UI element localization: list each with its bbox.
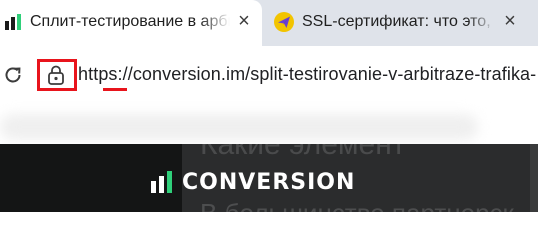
article-heading: Какие элемент: [200, 144, 406, 161]
article-body-text: В большинстве партнерск: [200, 198, 538, 212]
conversion-logo-icon: [151, 171, 172, 193]
tab-close-icon[interactable]: ×: [500, 11, 520, 31]
page-scrollbar[interactable]: [530, 144, 538, 212]
tab-title: Сплит-тестирование в арбит: [30, 13, 230, 30]
tab-strip: Сплит-тестирование в арбит × SSL-сертифи…: [0, 0, 538, 52]
lock-icon[interactable]: [47, 65, 65, 85]
tab-split-testing[interactable]: Сплит-тестирование в арбит ×: [0, 0, 262, 46]
blurred-region: [0, 114, 478, 140]
browser-toolbar: https://conversion.im/split-testirovanie…: [0, 46, 538, 104]
address-bar-url[interactable]: https://conversion.im/split-testirovanie…: [78, 64, 538, 85]
reload-icon[interactable]: [2, 64, 24, 86]
tab-title: SSL-сертификат: что это, зач: [302, 13, 496, 30]
browser-window: Сплит-тестирование в арбит × SSL-сертифи…: [0, 0, 538, 212]
page-content: Какие элемент В большинстве партнерск CO…: [0, 144, 538, 212]
tab-ssl-certificate[interactable]: SSL-сертификат: что это, зач ×: [266, 0, 538, 46]
https-underline-mark: [103, 88, 127, 91]
tab-close-icon[interactable]: ×: [234, 11, 254, 31]
conversion-favicon-icon: [5, 14, 21, 30]
bookmarks-bar-blurred: [0, 104, 538, 144]
conversion-logo[interactable]: CONVERSION: [150, 169, 355, 195]
paper-plane-favicon-icon: [274, 12, 294, 32]
logo-text: CONVERSION: [182, 169, 356, 195]
